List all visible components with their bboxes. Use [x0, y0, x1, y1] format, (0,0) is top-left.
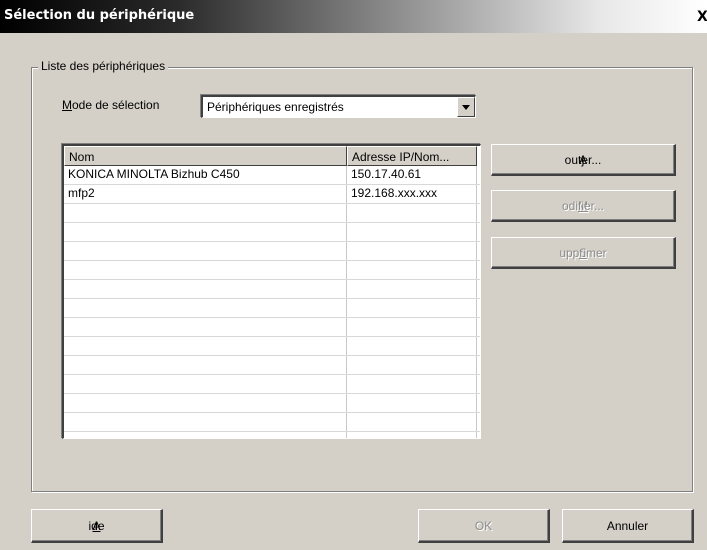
- window-title: Sélection du périphérique: [4, 8, 195, 23]
- device-name-cell: mfp2: [68, 186, 95, 200]
- list-item[interactable]: [64, 356, 480, 375]
- device-address-cell: 192.168.xxx.xxx: [351, 186, 438, 200]
- selection-mode-value: Périphériques enregistrés: [207, 100, 344, 114]
- title-bar[interactable]: Sélection du périphérique X: [0, 0, 707, 33]
- device-list-rows: KONICA MINOLTA Bizhub C450 150.17.40.61 mf…: [64, 166, 480, 438]
- column-header-name[interactable]: Nom: [64, 146, 347, 166]
- list-item[interactable]: [64, 280, 480, 299]
- device-list-group-legend: Liste des périphériques: [38, 59, 169, 73]
- list-item[interactable]: [64, 394, 480, 413]
- cancel-button[interactable]: Annuler: [562, 509, 694, 543]
- chevron-down-icon: [462, 105, 470, 110]
- ok-button[interactable]: OK: [418, 509, 550, 543]
- list-item[interactable]: [64, 413, 480, 432]
- delete-button[interactable]: Supprimer: [491, 237, 676, 269]
- help-button[interactable]: Aide: [31, 509, 163, 543]
- column-header-address[interactable]: Adresse IP/Nom...: [347, 146, 477, 166]
- list-item[interactable]: [64, 261, 480, 280]
- list-item[interactable]: [64, 432, 480, 438]
- list-item[interactable]: mfp2 192.168.xxx.xxx: [64, 185, 480, 204]
- list-item[interactable]: [64, 299, 480, 318]
- device-address-cell: 150.17.40.61: [351, 167, 422, 181]
- list-item[interactable]: [64, 337, 480, 356]
- selection-mode-label: Mode de sélection: [62, 98, 160, 112]
- cancel-button-label: Annuler: [606, 518, 649, 533]
- device-name-cell: KONICA MINOLTA Bizhub C450: [68, 167, 240, 181]
- selection-mode-dropdown[interactable]: Périphériques enregistrés: [201, 95, 476, 118]
- list-item[interactable]: [64, 318, 480, 337]
- ok-button-label: OK: [474, 518, 493, 533]
- device-list-header: Nom Adresse IP/Nom...: [64, 146, 480, 166]
- add-button[interactable]: Aj outer...: [491, 144, 676, 176]
- list-item[interactable]: [64, 375, 480, 394]
- dropdown-arrow-button[interactable]: [457, 97, 475, 117]
- modify-button[interactable]: Modifier...: [491, 190, 676, 222]
- list-item[interactable]: [64, 204, 480, 223]
- device-list[interactable]: Nom Adresse IP/Nom... KONICA MINOLTA Biz…: [62, 144, 481, 439]
- device-selection-dialog: Sélection du périphérique X Liste des pé…: [0, 0, 707, 550]
- list-item[interactable]: KONICA MINOLTA Bizhub C450 150.17.40.61: [64, 166, 480, 185]
- list-item[interactable]: [64, 242, 480, 261]
- list-item[interactable]: [64, 223, 480, 242]
- close-icon[interactable]: X: [697, 9, 707, 25]
